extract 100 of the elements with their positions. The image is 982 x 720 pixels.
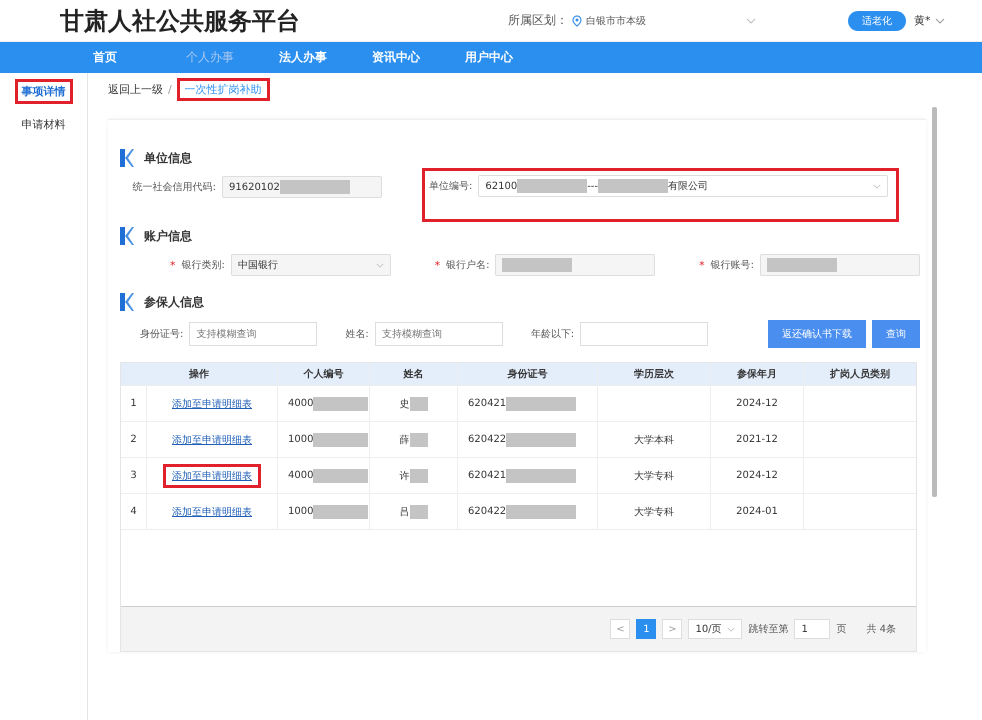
table-cell-text: 史	[400, 398, 410, 410]
field-label: 身份证号:	[140, 328, 184, 341]
field-text: 中国银行	[238, 258, 278, 272]
field-label: 银行类别:	[182, 258, 225, 272]
text-field[interactable]	[495, 254, 656, 276]
field-label: 单位编号:	[429, 180, 472, 193]
table-cell: 2024-01	[736, 506, 778, 517]
chevron-down-icon	[727, 626, 736, 632]
field-label: 银行账号:	[710, 258, 754, 272]
total-count: 共 4条	[866, 622, 896, 636]
table-cell: 620422	[468, 506, 506, 517]
chevron-down-icon	[746, 18, 756, 24]
redaction-block	[767, 258, 837, 272]
required-mark: *	[699, 258, 705, 272]
redaction-block	[506, 396, 576, 410]
breadcrumb-current: 一次性扩岗补助	[176, 78, 270, 100]
section-title: 参保人信息	[144, 294, 204, 310]
sidebar-item[interactable]: 事项详情	[14, 79, 72, 104]
page-unit: 页	[836, 623, 846, 636]
table-cell: 1000	[288, 434, 314, 445]
field-text: 有限公司	[668, 180, 708, 193]
redaction-block	[502, 258, 572, 272]
table-cell: 2021-12	[736, 434, 778, 445]
sidebar-item[interactable]: 申请材料	[14, 112, 72, 137]
row-number: 4	[121, 494, 147, 529]
chevron-down-icon	[934, 18, 944, 24]
region-select[interactable]: 白银市市本级	[586, 14, 646, 28]
site-title: 甘肃人社公共服务平台	[60, 6, 301, 36]
table-cell-text: 薛	[400, 434, 410, 446]
bank-select[interactable]: 中国银行	[230, 254, 391, 276]
required-mark: *	[170, 258, 176, 272]
input-field[interactable]: 支持模糊查询	[374, 322, 503, 346]
table-cell: 4000	[288, 470, 314, 481]
page-input[interactable]: 1	[794, 619, 830, 639]
chevron-down-icon	[873, 184, 882, 189]
section-marker-icon	[120, 149, 134, 167]
credit-code-field[interactable]: 91620102	[222, 176, 382, 198]
redaction-block	[410, 396, 428, 410]
chevron-down-icon	[376, 263, 384, 268]
table-cell: 2024-12	[736, 470, 778, 481]
text-field[interactable]	[760, 254, 920, 276]
table-cell-text: 大学专科	[634, 506, 674, 518]
input-field[interactable]	[580, 322, 708, 346]
nav-item[interactable]: 首页	[93, 49, 186, 66]
row-number: 1	[121, 386, 147, 421]
location-pin-icon	[572, 14, 582, 26]
redaction-block	[313, 468, 368, 482]
required-mark: *	[434, 258, 440, 272]
redaction-block	[313, 432, 368, 446]
jump-label: 跳转至第	[748, 622, 788, 636]
nav-item[interactable]: 法人办事	[279, 49, 372, 66]
column-header: 扩岗人员类别	[828, 367, 891, 382]
redaction-block	[506, 504, 576, 518]
field-label: 姓名:	[345, 328, 369, 341]
field-text: ---	[587, 180, 598, 192]
add-to-list-link[interactable]: 添加至申请明细表	[163, 500, 261, 524]
redaction-block	[410, 504, 428, 518]
redaction-block	[313, 396, 368, 410]
field-text: 62100	[485, 180, 518, 192]
table-cell: 1000	[288, 506, 314, 517]
nav-item[interactable]: 用户中心	[465, 49, 558, 66]
column-header: 参保年月	[711, 363, 804, 385]
nav-item[interactable]: 资讯中心	[372, 49, 465, 66]
back-link[interactable]: 返回上一级	[108, 82, 163, 96]
page-button[interactable]: 1	[636, 619, 656, 639]
field-label: 银行户名:	[446, 258, 490, 272]
user-menu[interactable]: 黄*	[914, 13, 930, 28]
row-number: 2	[121, 422, 147, 457]
redaction-block	[410, 468, 428, 482]
table-cell: 620422	[468, 434, 506, 445]
field-label: 统一社会信用代码:	[132, 180, 216, 194]
add-to-list-link[interactable]: 添加至申请明细表	[163, 428, 261, 452]
add-to-list-link[interactable]: 添加至申请明细表	[163, 392, 261, 416]
column-header: 身份证号	[458, 363, 598, 385]
redaction-block	[313, 504, 368, 518]
column-header: 学历层次	[598, 363, 711, 385]
section-title: 账户信息	[144, 228, 192, 244]
input-field[interactable]: 支持模糊查询	[189, 322, 318, 346]
redaction-block	[506, 432, 576, 446]
table-cell-text: 吕	[400, 506, 410, 518]
section-title: 单位信息	[144, 150, 192, 166]
column-header: 操作	[121, 363, 278, 385]
scrollbar[interactable]	[932, 107, 937, 497]
field-text: 91620102	[229, 182, 280, 192]
redaction-block	[280, 180, 350, 194]
table-cell: 4000	[288, 398, 314, 409]
table-cell-text: 许	[400, 470, 410, 482]
table-cell: 620421	[468, 470, 506, 481]
unit-number-select[interactable]: 62100 --- 有限公司	[478, 175, 888, 197]
redaction-block	[506, 468, 576, 482]
breadcrumb-separator: /	[168, 82, 172, 96]
redaction-block	[517, 179, 588, 193]
field-label: 年龄以下:	[530, 328, 574, 341]
elder-mode-button[interactable]: 适老化	[848, 10, 906, 30]
page-size-select[interactable]: 10/页	[688, 619, 742, 639]
column-header: 姓名	[370, 363, 458, 385]
region-label: 所属区划：	[508, 12, 568, 29]
section-marker-icon	[120, 227, 134, 245]
add-to-list-link[interactable]: 添加至申请明细表	[163, 464, 261, 488]
redaction-block	[410, 432, 428, 446]
